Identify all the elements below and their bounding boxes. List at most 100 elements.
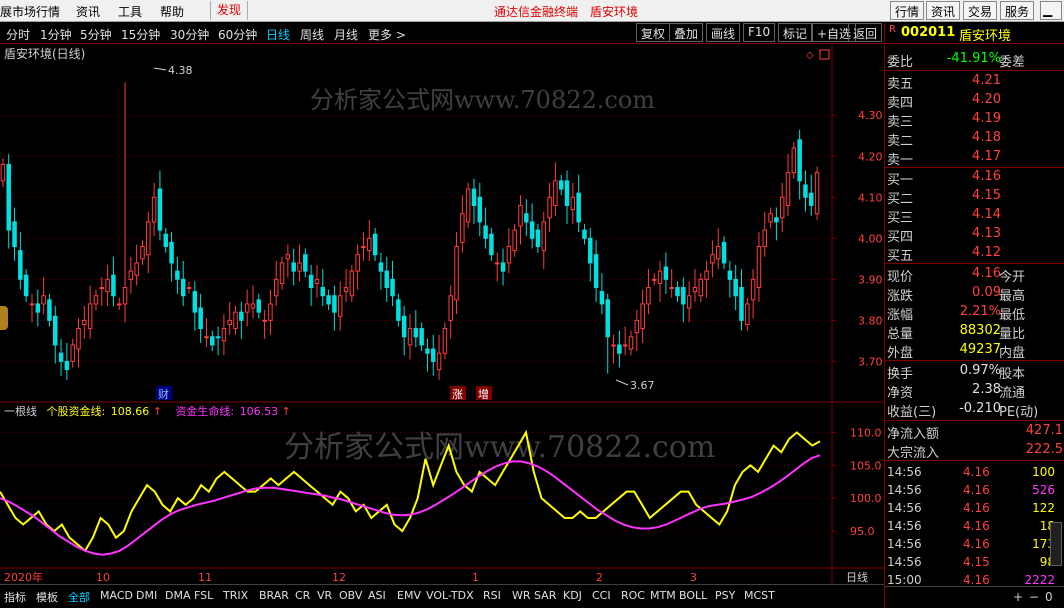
candle[interactable] <box>227 301 232 335</box>
candle[interactable] <box>617 330 622 368</box>
candle[interactable] <box>23 269 29 302</box>
candle[interactable] <box>745 297 750 331</box>
candle[interactable] <box>413 310 419 348</box>
candle[interactable] <box>140 240 145 265</box>
indicator-tab[interactable]: VR <box>317 589 332 602</box>
candle[interactable] <box>663 252 669 294</box>
collapse-icon[interactable]: − <box>1029 590 1039 604</box>
candle[interactable] <box>320 269 326 306</box>
draw-button[interactable]: 画线 <box>706 23 741 42</box>
candle[interactable] <box>588 228 593 282</box>
candle[interactable] <box>401 306 407 356</box>
candle[interactable] <box>407 314 413 360</box>
candle[interactable] <box>634 310 640 352</box>
candle[interactable] <box>541 211 547 270</box>
expand-icon[interactable]: + <box>1013 590 1023 604</box>
candle[interactable] <box>692 269 698 302</box>
candle[interactable] <box>372 228 378 261</box>
candle[interactable] <box>564 170 570 224</box>
candle[interactable] <box>378 252 384 290</box>
candle[interactable] <box>675 281 680 302</box>
candle[interactable] <box>506 228 512 274</box>
candle[interactable] <box>553 162 558 216</box>
minimize-button[interactable]: ▁ <box>1040 1 1062 20</box>
candle[interactable] <box>547 182 552 233</box>
period-15min[interactable]: 15分钟 <box>121 26 160 43</box>
candle[interactable] <box>483 207 488 249</box>
candle[interactable] <box>715 228 721 270</box>
candle[interactable] <box>797 129 802 200</box>
candle[interactable] <box>326 289 331 311</box>
indicator-tab[interactable]: 模板 <box>36 589 58 605</box>
candle[interactable] <box>111 256 116 306</box>
candle[interactable] <box>576 174 581 233</box>
trade-button[interactable]: 交易 <box>963 1 998 20</box>
candle[interactable] <box>710 240 715 278</box>
candle[interactable] <box>58 338 64 376</box>
indicator-tab[interactable]: OBV <box>339 589 362 602</box>
candle[interactable] <box>593 240 599 302</box>
candle[interactable] <box>454 232 459 315</box>
candle[interactable] <box>733 264 738 311</box>
candle[interactable] <box>436 334 442 380</box>
indicator-tab[interactable]: RSI <box>483 589 501 602</box>
candle[interactable] <box>442 322 448 360</box>
indicator-tab[interactable]: MTM <box>650 589 676 602</box>
candle[interactable] <box>762 211 767 257</box>
candle[interactable] <box>163 228 168 253</box>
candle[interactable] <box>122 82 128 323</box>
candle[interactable] <box>524 199 529 237</box>
candle[interactable] <box>244 289 250 327</box>
candle[interactable] <box>535 223 541 253</box>
candle[interactable] <box>198 293 203 343</box>
menu-help[interactable]: 帮助 <box>160 3 184 20</box>
overlay-button[interactable]: 叠加 <box>669 23 704 42</box>
candle[interactable] <box>779 182 785 233</box>
candle[interactable] <box>570 182 576 224</box>
candle[interactable] <box>151 182 157 237</box>
candle[interactable] <box>431 334 436 376</box>
candle[interactable] <box>82 306 87 339</box>
candle[interactable] <box>250 285 256 319</box>
indicator-tab[interactable]: VOL-TDX <box>426 589 474 602</box>
candle[interactable] <box>70 338 75 368</box>
candle[interactable] <box>256 293 262 319</box>
candle[interactable] <box>756 232 762 302</box>
candle[interactable] <box>29 293 35 323</box>
candle[interactable] <box>279 256 285 290</box>
candle[interactable] <box>361 232 366 261</box>
candle[interactable] <box>750 269 756 319</box>
candle[interactable] <box>64 342 70 380</box>
quote-button[interactable]: 行情 <box>890 1 925 20</box>
indicator-tab[interactable]: KDJ <box>563 589 582 602</box>
candle[interactable] <box>239 301 244 339</box>
candle[interactable] <box>611 334 616 364</box>
indicator-tab[interactable]: MACD <box>100 589 133 602</box>
candle[interactable] <box>128 256 134 294</box>
candle[interactable] <box>169 232 174 282</box>
candle[interactable] <box>285 244 291 278</box>
candle[interactable] <box>681 277 686 323</box>
candle[interactable] <box>210 330 215 352</box>
menu-tools[interactable]: 工具 <box>118 3 142 20</box>
candle[interactable] <box>803 170 808 212</box>
menu-news[interactable]: 资讯 <box>76 3 100 20</box>
candle[interactable] <box>646 269 651 315</box>
diamond-icon[interactable]: ◇ <box>806 50 814 61</box>
candle[interactable] <box>628 330 634 356</box>
period-daily[interactable]: 日线 <box>266 26 290 43</box>
candle[interactable] <box>18 232 23 290</box>
indicator-tab[interactable]: FSL <box>194 589 213 602</box>
candle[interactable] <box>500 248 506 286</box>
period-monthly[interactable]: 月线 <box>334 26 358 43</box>
candle[interactable] <box>727 260 733 298</box>
candle[interactable] <box>582 223 587 245</box>
indicator-tab[interactable]: 全部 <box>68 589 90 605</box>
candle[interactable] <box>622 326 628 356</box>
candle[interactable] <box>116 297 122 311</box>
indicator-tab[interactable]: 指标 <box>4 589 26 605</box>
zero-icon[interactable]: 0 <box>1045 590 1053 604</box>
indicator-tab[interactable]: SAR <box>534 589 556 602</box>
candle[interactable] <box>314 264 320 298</box>
candle[interactable] <box>739 269 744 331</box>
